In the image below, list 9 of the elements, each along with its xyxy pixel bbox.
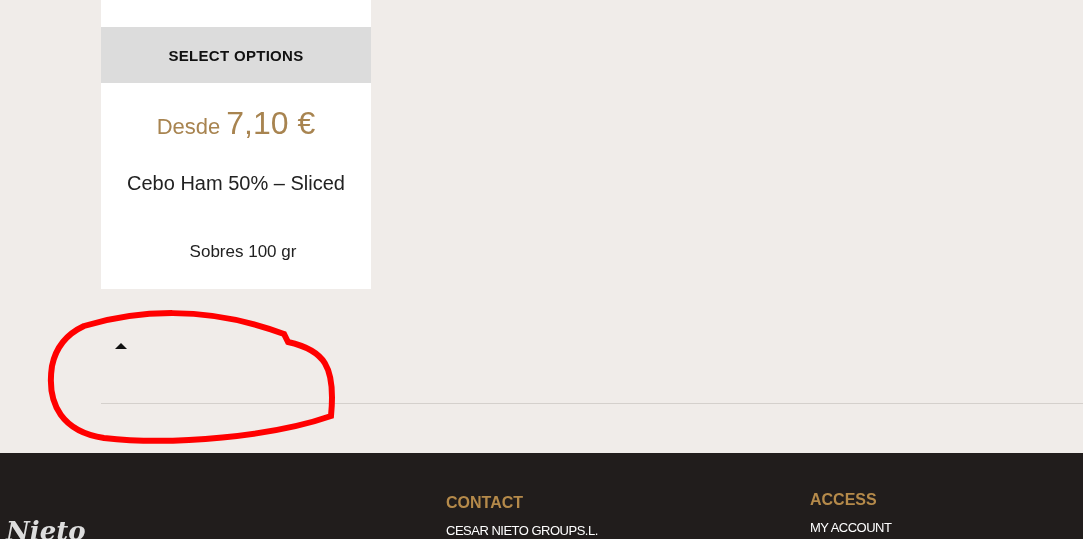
select-options-button[interactable]: SELECT OPTIONS [101,27,371,83]
product-title[interactable]: Cebo Ham 50% – Sliced [127,172,345,195]
footer-link[interactable]: MY ACCOUNT [810,520,892,535]
footer-heading: ACCESS [810,491,878,509]
footer-link[interactable]: CESAR NIETO GROUPS.L. [446,523,598,538]
caret-up-icon[interactable] [115,343,127,349]
product-price: Desde 7,10 € [156,105,316,142]
footer-heading: CONTACT [446,494,525,512]
product-variant: Sobres 100 gr [189,242,297,262]
